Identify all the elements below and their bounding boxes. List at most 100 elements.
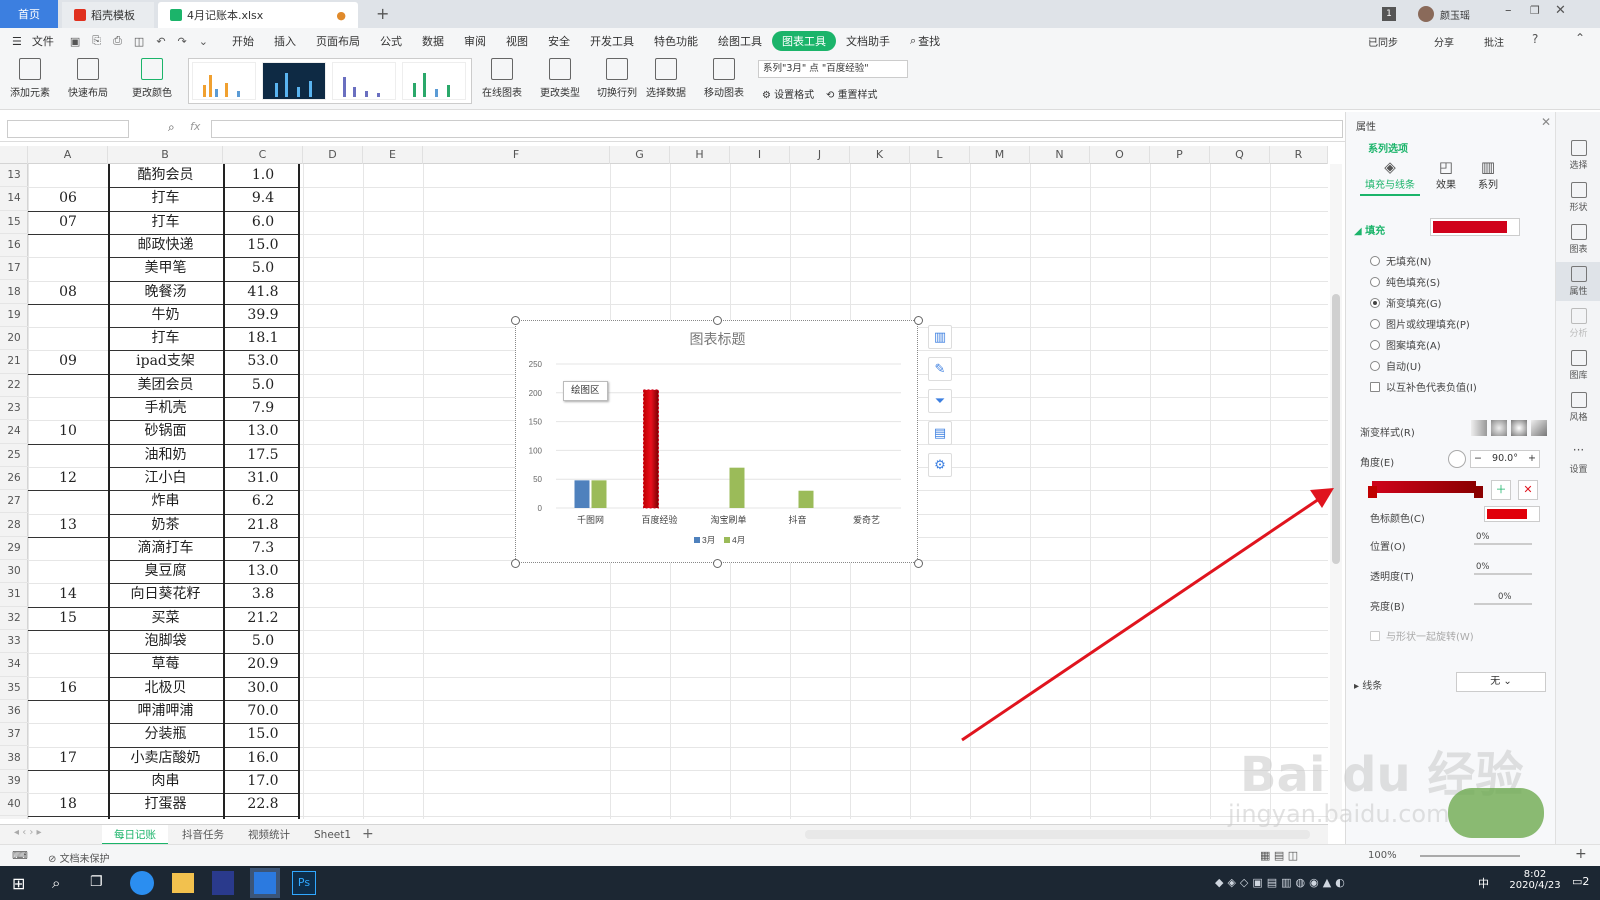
fx-label[interactable]: fx — [190, 120, 200, 133]
col-header[interactable]: A — [28, 146, 108, 164]
row-header[interactable]: 36 — [0, 700, 28, 724]
menu-page-layout[interactable]: 页面布局 — [306, 33, 370, 49]
resize-handle[interactable] — [713, 559, 722, 568]
invert-negative-checkbox[interactable]: 以互补色代表负值(I) — [1370, 379, 1477, 394]
ime-indicator[interactable]: 中 — [1478, 875, 1489, 891]
col-header[interactable]: Q — [1210, 146, 1270, 164]
sync-status[interactable]: 已同步 — [1368, 34, 1398, 49]
fill-section-header[interactable]: ◢ 填充 — [1354, 222, 1385, 237]
change-type-button[interactable]: 更改类型 — [540, 58, 580, 99]
cell-a[interactable]: 14 — [28, 583, 108, 606]
row-header[interactable]: 21 — [0, 350, 28, 374]
cell-a[interactable]: 17 — [28, 747, 108, 770]
cell-b[interactable]: ipad支架 — [108, 350, 223, 373]
gradient-stop-left[interactable] — [1368, 486, 1377, 498]
row-header[interactable]: 15 — [0, 211, 28, 234]
bar-4月[interactable] — [798, 490, 814, 508]
row-header[interactable]: 40 — [0, 793, 28, 817]
cell-a[interactable] — [28, 234, 108, 257]
cell-c[interactable]: 15.0 — [223, 234, 303, 257]
resize-handle[interactable] — [914, 559, 923, 568]
cell-c[interactable]: 21.2 — [223, 607, 303, 630]
resize-handle[interactable] — [914, 316, 923, 325]
side-select[interactable]: 选择 — [1556, 140, 1600, 171]
cell-b[interactable]: 手机壳 — [108, 397, 223, 420]
sheet-tab-video[interactable]: 视频统计 — [236, 825, 302, 845]
cell-c[interactable]: 21.8 — [223, 514, 303, 537]
radio-gradient-fill[interactable]: 渐变填充(G) — [1370, 295, 1442, 310]
row-header[interactable]: 16 — [0, 234, 28, 258]
add-element-button[interactable]: 添加元素 — [10, 58, 50, 99]
resize-handle[interactable] — [511, 316, 520, 325]
cell-a[interactable] — [28, 374, 108, 397]
row-header[interactable]: 23 — [0, 397, 28, 421]
chart-elements-icon[interactable]: ▥ — [928, 325, 952, 349]
cell-c[interactable]: 16.0 — [223, 747, 303, 770]
formula-input[interactable] — [211, 120, 1343, 138]
col-header[interactable]: R — [1270, 146, 1328, 164]
chart-object[interactable]: 图表标题 0 50 100 150 200 250 千图网 百度经验 淘宝刷单 抖音 爱奇艺 3月 4月… — [515, 320, 918, 563]
menu-view[interactable]: 视图 — [496, 33, 538, 49]
cell-a[interactable] — [28, 770, 108, 793]
zoom-formula-icon[interactable]: ⌕ — [168, 120, 175, 135]
col-header[interactable]: G — [610, 146, 670, 164]
gradient-style-options[interactable] — [1471, 420, 1547, 436]
cell-c[interactable]: 3.8 — [223, 583, 303, 606]
print-icon[interactable]: ⎙ — [107, 34, 128, 48]
tab-home[interactable]: 首页 — [0, 0, 58, 28]
task-view-icon[interactable]: ❐ — [90, 874, 103, 890]
protect-status[interactable]: ⊘ 文档未保护 — [48, 850, 110, 865]
cell-b[interactable]: 砂锅面 — [108, 420, 223, 443]
sheet-tab-douyin[interactable]: 抖音任务 — [170, 825, 236, 845]
menu-security[interactable]: 安全 — [538, 33, 580, 49]
export-icon[interactable]: ⎘ — [86, 34, 107, 48]
chart-style-brush-icon[interactable]: ✎ — [928, 357, 952, 381]
menu-chart-tools[interactable]: 图表工具 — [771, 31, 836, 51]
row-header[interactable]: 22 — [0, 374, 28, 397]
cell-b[interactable]: 晚餐汤 — [108, 281, 223, 304]
side-chart[interactable]: 图表 — [1556, 224, 1600, 255]
cell-c[interactable]: 5.0 — [223, 257, 303, 280]
cell-a[interactable] — [28, 653, 108, 676]
cell-c[interactable]: 9.4 — [223, 187, 303, 210]
menu-doc-assistant[interactable]: 文档助手 — [836, 33, 900, 49]
help-icon[interactable]: ? — [1532, 32, 1538, 46]
row-header[interactable]: 38 — [0, 747, 28, 770]
bar-3月[interactable] — [574, 480, 590, 508]
menu-developer[interactable]: 开发工具 — [580, 33, 644, 49]
sheet-tab-sheet1[interactable]: Sheet1 — [302, 825, 363, 845]
row-header[interactable]: 32 — [0, 607, 28, 630]
gradient-stop-right[interactable] — [1474, 486, 1483, 498]
app-icon[interactable] — [212, 871, 234, 895]
legend-label[interactable]: 4月 — [732, 535, 745, 545]
bar-4月[interactable] — [729, 467, 745, 508]
legend-swatch[interactable] — [724, 537, 730, 543]
cell-b[interactable]: 买菜 — [108, 607, 223, 630]
menu-file[interactable]: 文件 — [32, 33, 64, 49]
tab-series[interactable]: ▥ 系列 — [1468, 158, 1508, 191]
col-header[interactable]: M — [970, 146, 1030, 164]
col-header[interactable]: P — [1150, 146, 1210, 164]
minus-icon[interactable]: − — [1474, 451, 1482, 467]
cell-a[interactable] — [28, 257, 108, 280]
series-select[interactable]: 系列"3月" 点 "百度经验" — [758, 60, 908, 78]
gradient-bar[interactable] — [1372, 481, 1476, 493]
menu-start[interactable]: 开始 — [222, 33, 264, 49]
sheet-tab-daily[interactable]: 每日记账 — [102, 825, 168, 845]
cell-c[interactable]: 39.9 — [223, 304, 303, 327]
cell-c[interactable]: 7.9 — [223, 397, 303, 420]
cell-b[interactable]: 打蛋器 — [108, 793, 223, 816]
col-header[interactable]: K — [850, 146, 910, 164]
row-header[interactable]: 29 — [0, 537, 28, 561]
cell-b[interactable]: 打车 — [108, 327, 223, 350]
file-explorer-icon[interactable] — [172, 873, 194, 893]
row-header[interactable]: 13 — [0, 164, 28, 188]
wps-taskbar-icon[interactable] — [250, 868, 280, 898]
cell-a[interactable]: 09 — [28, 350, 108, 373]
position-slider[interactable] — [1474, 543, 1532, 545]
cell-c[interactable]: 13.0 — [223, 420, 303, 443]
col-header[interactable]: H — [670, 146, 730, 164]
x-tick-label[interactable]: 百度经验 — [641, 514, 677, 525]
clock[interactable]: 8:02 2020/4/23 — [1505, 869, 1565, 891]
x-tick-label[interactable]: 千图网 — [577, 515, 604, 525]
